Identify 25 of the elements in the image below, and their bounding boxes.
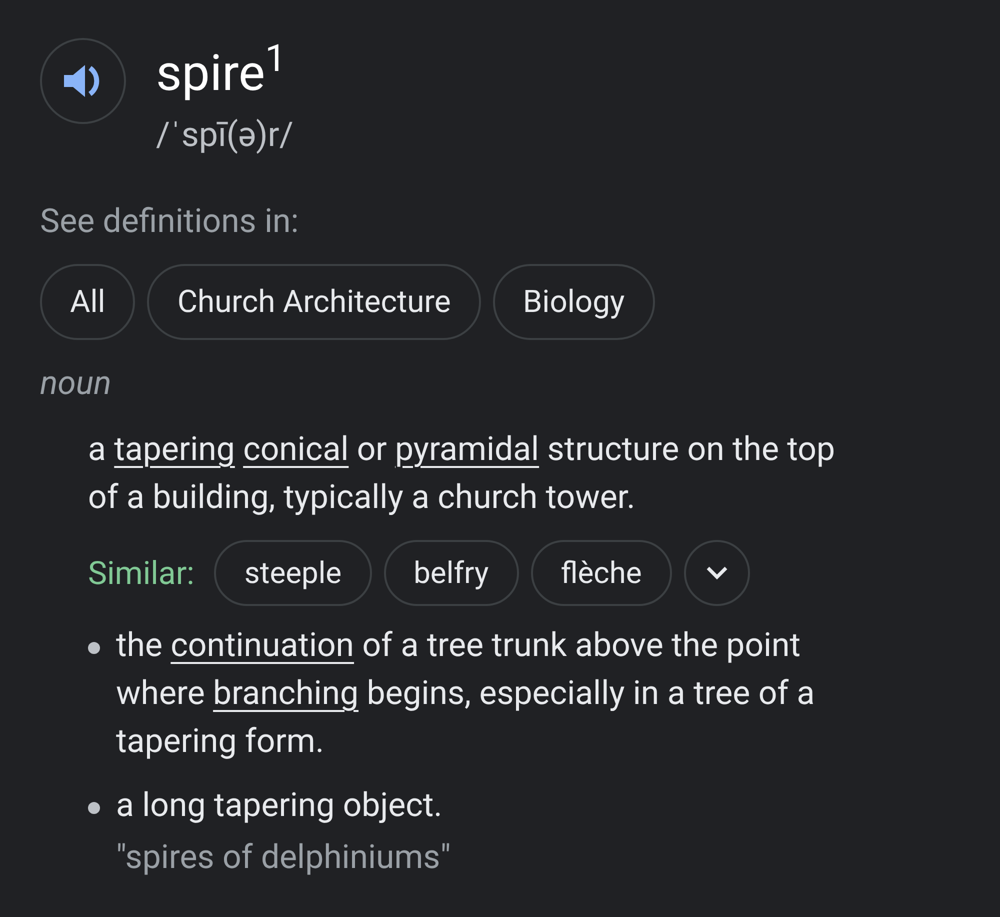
similar-label: Similar: [88,553,194,594]
definition-text: a tapering conical or pyramidal structure on the top of a building, typically a church tower. [88,429,836,519]
headword: spire$^{1}$ [156,38,288,105]
word-link[interactable]: tapering [114,430,235,469]
speaker-button[interactable] [40,38,126,124]
chip[interactable]: belfry [384,540,519,606]
chip[interactable]: All [40,264,136,340]
word-link[interactable]: conical [243,430,349,469]
word-link[interactable]: continuation [170,626,354,665]
pronunciation: /ˈspī(ə)r/ [156,114,294,157]
definition-text: the continuation of a tree trunk above the point where branching begins, especially in a tree of a tapering form. [116,625,816,763]
chip[interactable]: Biology [492,264,655,340]
bullet-icon [88,802,100,814]
part-of-speech: noun [40,363,112,405]
word-link[interactable]: branching [213,674,359,713]
expand-button[interactable] [684,540,750,606]
chevron-down-icon [706,566,728,580]
chip[interactable]: flèche [530,540,672,606]
example-text: "spires of delphiniums" [116,837,452,879]
section-label: See definitions in: [40,201,300,243]
word-link[interactable]: pyramidal [395,430,540,469]
chip[interactable]: steeple [214,540,372,606]
definition-text: a long tapering object. [116,785,444,827]
bullet-icon [88,642,100,654]
chip[interactable]: Church Architecture [147,264,481,340]
